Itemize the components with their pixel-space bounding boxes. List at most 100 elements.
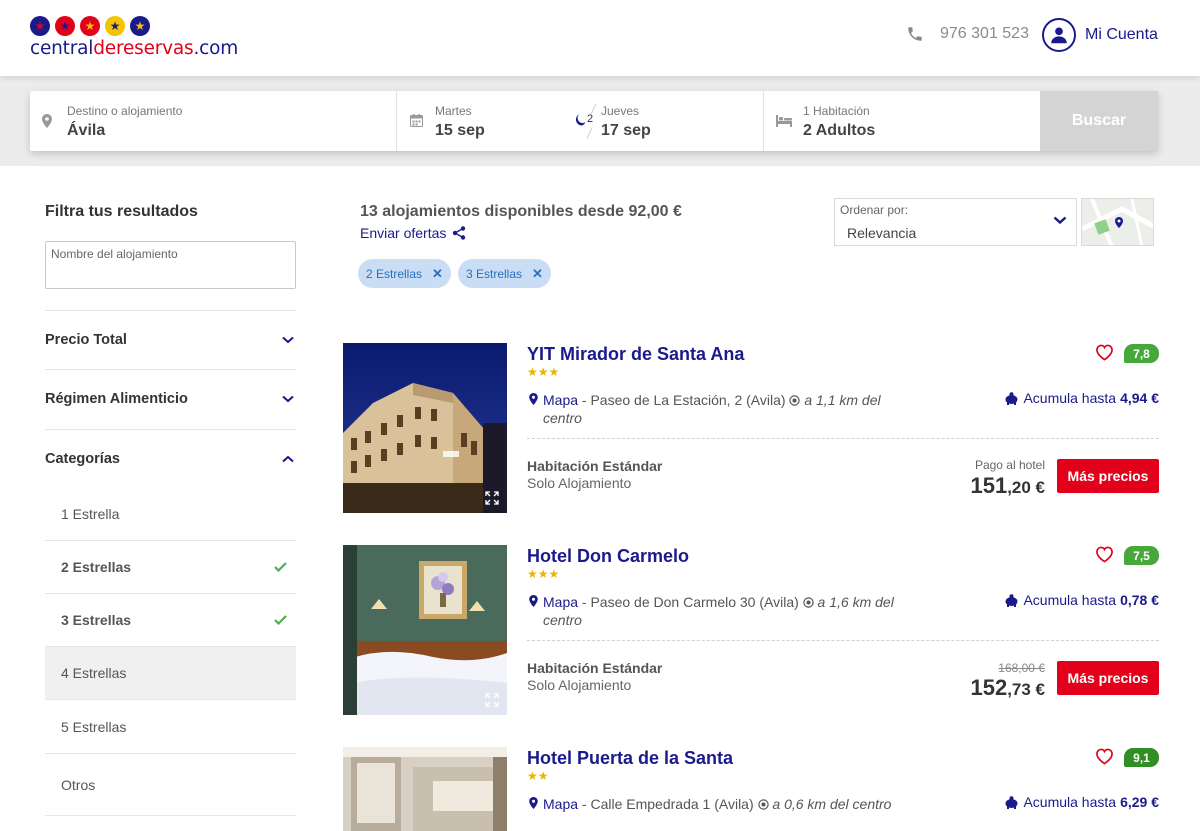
hotel-name[interactable]: Hotel Don Carmelo [527,546,689,567]
expand-icon[interactable] [485,693,499,707]
review-score: 9,1 [1124,748,1159,767]
send-offers-label: Enviar ofertas [360,225,447,241]
chevron-down-icon [282,395,294,403]
heart-icon[interactable] [1095,748,1114,765]
results-count: 13 alojamientos disponibles desde 92,00 … [360,203,682,220]
user-icon [1042,18,1076,52]
heart-icon[interactable] [1095,546,1114,563]
payment-note: Pago al hotel [974,458,1045,472]
meal-plan: Solo Alojamiento [527,475,632,491]
category-label: 4 Estrellas [61,665,127,681]
divider [527,438,1159,439]
hotel-photo-image [343,545,507,715]
sort-label: Ordenar por: [840,203,909,217]
search-bar: Destino o alojamiento Ávila Martes 15 se… [30,91,1158,151]
close-icon[interactable]: ✕ [532,266,543,282]
hotel-card: YIT Mirador de Santa Ana ★★★ Mapa - Pase… [343,343,1159,513]
hotel-name-input[interactable]: Nombre del alojamiento [45,241,296,289]
distance-text: a 0,6 km del centro [772,796,892,812]
rooms-label: 1 Habitación [803,104,870,118]
site-header: ★ ★ ★ ★ ★ centraldereservas.com 976 301 … [0,0,1200,76]
hotel-name[interactable]: YIT Mirador de Santa Ana [527,344,744,365]
chevron-up-icon [282,455,294,463]
room-type: Habitación Estándar [527,660,663,676]
review-score: 7,8 [1124,344,1159,363]
logo-star-1: ★ [30,16,50,36]
category-label: Otros [61,776,96,793]
check-icon [274,615,287,625]
checkin-date: 15 sep [435,122,485,139]
price-decimal: ,20 € [1007,478,1045,497]
category-3-stars[interactable]: 3 Estrellas [45,594,296,647]
map-link[interactable]: Mapa [543,392,578,408]
checkout-date: 17 sep [601,122,651,139]
site-logo[interactable]: ★ ★ ★ ★ ★ centraldereservas.com [30,16,238,59]
destination-label: Destino o alojamiento [67,104,183,118]
more-prices-button[interactable]: Más precios [1057,661,1159,695]
filter-meal-plan-label: Régimen Alimenticio [45,391,188,407]
phone-contact[interactable]: 976 301 523 [906,25,1029,43]
hotel-photo-image [343,747,507,831]
meal-plan: Solo Alojamiento [527,677,632,693]
map-link[interactable]: Mapa [543,796,578,812]
destination-field[interactable]: Destino o alojamiento Ávila [30,91,396,151]
logo-star-2: ★ [55,16,75,36]
filter-total-price-label: Precio Total [45,332,127,348]
filter-categories[interactable]: Categorías [45,429,296,488]
nights-slash-top [590,103,597,115]
account-label: Mi Cuenta [1085,26,1158,43]
address-text: - Calle Empedrada 1 (Avila) [578,796,758,812]
hotel-photo[interactable] [343,545,507,715]
hotel-address: Mapa - Paseo de La Estación, 2 (Avila) a… [527,391,897,427]
category-label: 5 Estrellas [61,719,127,735]
price-decimal: ,73 € [1007,680,1045,699]
category-label: 3 Estrellas [61,612,132,628]
category-2-stars[interactable]: 2 Estrellas [45,541,296,594]
expand-icon[interactable] [485,491,499,505]
moon-icon [575,114,586,126]
piggy-bank-icon [1005,593,1018,607]
filter-total-price[interactable]: Precio Total [45,310,296,369]
category-4-stars[interactable]: 4 Estrellas [45,647,296,700]
address-text: - Paseo de Don Carmelo 30 (Avila) [578,594,803,610]
send-offers-link[interactable]: Enviar ofertas [360,225,466,241]
price: 152,73 € [970,675,1045,701]
hotel-name[interactable]: Hotel Puerta de la Santa [527,748,733,769]
cashback-info: Acumula hasta 0,78 € [1004,592,1159,608]
my-account-link[interactable]: Mi Cuenta [1042,18,1158,52]
logo-star-3: ★ [80,16,100,36]
filters-title: Filtra tus resultados [45,203,198,220]
check-icon [274,562,287,572]
hotel-card: Hotel Puerta de la Santa ★★ Mapa - Calle… [343,747,1159,831]
close-icon[interactable]: ✕ [432,266,443,282]
hotel-photo[interactable] [343,343,507,513]
map-link[interactable]: Mapa [543,594,578,610]
guests-field[interactable]: 1 Habitación 2 Adultos [764,91,1040,151]
filter-meal-plan[interactable]: Régimen Alimenticio [45,369,296,428]
more-prices-button[interactable]: Más precios [1057,459,1159,493]
map-view-button[interactable] [1081,198,1154,246]
star-rating: ★★ [527,769,549,783]
checkout-day: Jueves [601,104,640,118]
category-others[interactable]: Otros [45,754,296,816]
cashback-value: 4,94 € [1120,390,1159,406]
filter-chip-2-stars[interactable]: 2 Estrellas ✕ [358,259,451,288]
dates-field[interactable]: Martes 15 sep 2 Jueves 17 sep [397,91,763,151]
location-pin-icon [529,797,538,809]
sort-select[interactable]: Ordenar por: Relevancia [834,198,1077,246]
target-icon [789,395,801,406]
cashback-label: Acumula hasta [1023,592,1117,608]
location-pin-icon [42,114,52,128]
logo-star-4: ★ [105,16,125,36]
price-integer: 151 [970,473,1008,498]
search-button[interactable]: Buscar [1040,91,1158,151]
filter-categories-label: Categorías [45,451,120,467]
heart-icon[interactable] [1095,344,1114,361]
category-5-stars[interactable]: 5 Estrellas [45,701,296,754]
category-1-star[interactable]: 1 Estrella [45,488,296,541]
hotel-photo[interactable] [343,747,507,831]
cashback-label: Acumula hasta [1023,794,1117,810]
filter-chip-3-stars[interactable]: 3 Estrellas ✕ [458,259,551,288]
review-score: 7,5 [1124,546,1159,565]
room-type: Habitación Estándar [527,458,663,474]
